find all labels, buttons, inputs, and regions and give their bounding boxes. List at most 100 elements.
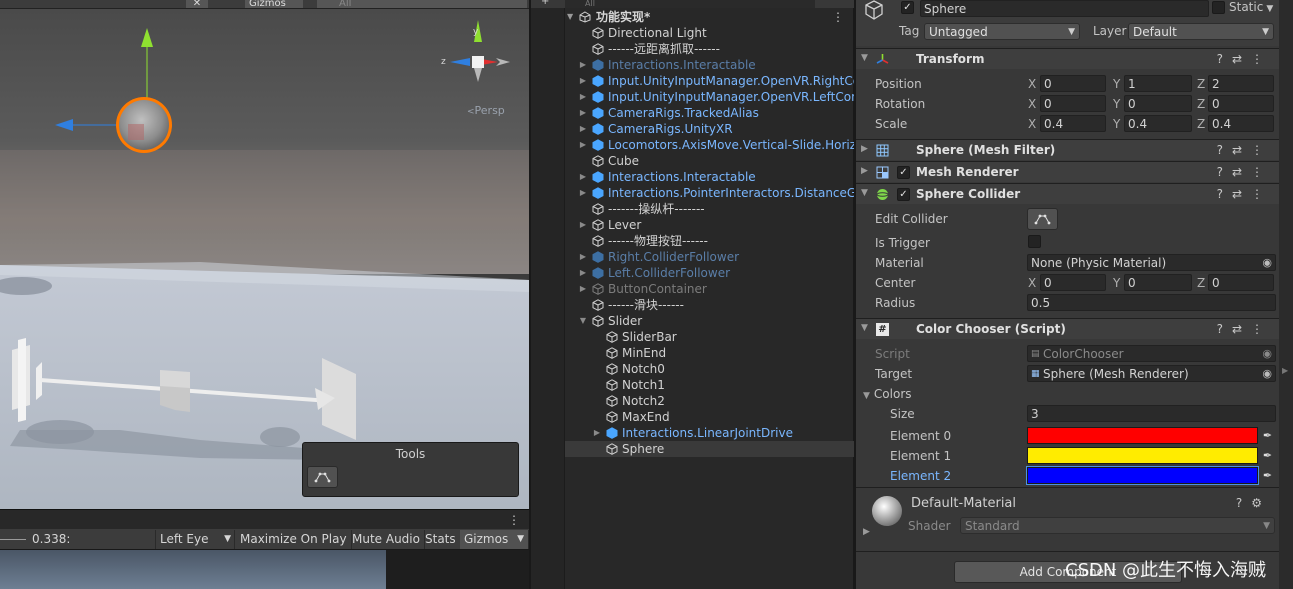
- colors-foldout[interactable]: ▼ Colors: [863, 387, 912, 401]
- sphere-collider-component-header[interactable]: ▼ ✓ Sphere Collider ?⇄⋮: [856, 183, 1280, 204]
- help-icon[interactable]: ?: [1217, 143, 1232, 157]
- x-axis-label[interactable]: X: [1028, 97, 1036, 111]
- eye-dropdown[interactable]: Left Eye ▼: [155, 530, 235, 549]
- expand-arrow-icon[interactable]: ▶: [578, 73, 588, 89]
- presets-icon[interactable]: ⇄: [1232, 322, 1251, 336]
- y-axis-label[interactable]: Y: [1113, 276, 1120, 290]
- mesh-filter-expand-arrow-icon[interactable]: ▶: [861, 144, 868, 154]
- hierarchy-item[interactable]: -------操纵杆-------: [565, 201, 854, 217]
- physic-material-field[interactable]: None (Physic Material) ◉: [1027, 254, 1276, 271]
- rotation-y-field[interactable]: 0: [1124, 95, 1192, 112]
- presets-icon[interactable]: ⇄: [1232, 187, 1251, 201]
- hierarchy-item[interactable]: ▶ Left.ColliderFollower: [565, 265, 854, 281]
- hierarchy-item[interactable]: ▶ Interactions.Interactable: [565, 169, 854, 185]
- more-menu-icon[interactable]: ⋮: [1251, 165, 1272, 179]
- scene-view[interactable]: ✕ Gizmos All y z <Persp Tools: [0, 0, 529, 509]
- stats-toggle[interactable]: Stats: [421, 530, 461, 549]
- mesh-renderer-component-header[interactable]: ▶ ✓ Mesh Renderer ?⇄⋮: [856, 161, 1280, 182]
- expand-arrow-icon[interactable]: ▶: [578, 265, 588, 281]
- hierarchy-item[interactable]: ▶ Interactions.Interactable: [565, 57, 854, 73]
- presets-icon[interactable]: ⇄: [1232, 165, 1251, 179]
- eyedropper-icon[interactable]: ✒: [1260, 467, 1275, 484]
- expand-arrow-icon[interactable]: ▶: [578, 249, 588, 265]
- hierarchy-item[interactable]: ------物理按钮------: [565, 233, 854, 249]
- scroll-arrow-icon[interactable]: ▶: [1282, 366, 1288, 375]
- hierarchy-item[interactable]: MinEnd: [565, 345, 854, 361]
- game-gizmos-toggle[interactable]: Gizmos ▼: [460, 530, 529, 549]
- scene-gizmos-dropdown[interactable]: Gizmos: [245, 0, 303, 8]
- x-axis-label[interactable]: X: [1028, 77, 1036, 91]
- hierarchy-item[interactable]: ▶ Input.UnityInputManager.OpenVR.LeftCont…: [565, 89, 854, 105]
- maximize-on-play-toggle[interactable]: Maximize On Play: [236, 530, 352, 549]
- more-menu-icon[interactable]: ⋮: [1251, 322, 1272, 336]
- color-chooser-component-header[interactable]: ▼ # Color Chooser (Script) ?⇄⋮: [856, 318, 1280, 339]
- object-picker-icon[interactable]: ◉: [1262, 255, 1272, 270]
- more-menu-icon[interactable]: ⋮: [1251, 187, 1272, 201]
- hierarchy-item[interactable]: ▼ Slider: [565, 313, 854, 329]
- sphere-collider-actions[interactable]: ?⇄⋮: [1217, 187, 1272, 201]
- color-chooser-collapse-arrow-icon[interactable]: ▼: [861, 323, 868, 333]
- hierarchy-item[interactable]: Directional Light: [565, 25, 854, 41]
- hierarchy-item[interactable]: ▶ Right.ColliderFollower: [565, 249, 854, 265]
- expand-arrow-icon[interactable]: ▶: [578, 105, 588, 121]
- radius-field[interactable]: 0.5: [1027, 294, 1276, 311]
- scale-y-field[interactable]: 0.4: [1124, 115, 1192, 132]
- mesh-filter-component-header[interactable]: ▶ Sphere (Mesh Filter) ?⇄⋮: [856, 139, 1280, 160]
- hierarchy-item[interactable]: ▶ CameraRigs.UnityXR: [565, 121, 854, 137]
- static-checkbox[interactable]: [1212, 1, 1225, 14]
- colors-size-field[interactable]: 3: [1027, 405, 1276, 422]
- mesh-filter-actions[interactable]: ?⇄⋮: [1217, 143, 1272, 157]
- scale-slider[interactable]: [0, 539, 26, 540]
- hierarchy-search-input[interactable]: All: [565, 0, 815, 8]
- game-render-view[interactable]: [0, 550, 386, 589]
- is-trigger-checkbox[interactable]: [1028, 235, 1041, 248]
- position-y-field[interactable]: 1: [1124, 75, 1192, 92]
- center-y-field[interactable]: 0: [1124, 274, 1192, 291]
- mesh-renderer-expand-arrow-icon[interactable]: ▶: [861, 166, 868, 176]
- more-menu-icon[interactable]: ⋮: [1251, 52, 1272, 66]
- static-dropdown[interactable]: Static ▼: [1229, 0, 1273, 14]
- x-axis-label[interactable]: X: [1028, 276, 1036, 290]
- scale-z-field[interactable]: 0.4: [1208, 115, 1274, 132]
- hierarchy-item[interactable]: Notch0: [565, 361, 854, 377]
- sphere-collider-enabled-checkbox[interactable]: ✓: [897, 188, 910, 201]
- rotation-z-field[interactable]: 0: [1208, 95, 1274, 112]
- hierarchy-item[interactable]: ▶ Input.UnityInputManager.OpenVR.RightCon…: [565, 73, 854, 89]
- more-menu-icon[interactable]: ⋮: [1251, 143, 1272, 157]
- mesh-renderer-enabled-checkbox[interactable]: ✓: [897, 166, 910, 179]
- hierarchy-item[interactable]: MaxEnd: [565, 409, 854, 425]
- color-field[interactable]: [1026, 466, 1259, 485]
- hierarchy-item[interactable]: ▶ Interactions.PointerInteractors.Distanc…: [565, 185, 854, 201]
- transform-collapse-arrow-icon[interactable]: ▼: [861, 53, 868, 63]
- gear-icon[interactable]: ⚙: [1251, 496, 1271, 510]
- object-picker-icon[interactable]: ◉: [1262, 366, 1272, 381]
- scene-canvas[interactable]: y z: [0, 9, 529, 509]
- tools-overlay-panel[interactable]: Tools: [302, 442, 519, 497]
- shader-dropdown[interactable]: Standard ▼: [960, 517, 1275, 534]
- center-z-field[interactable]: 0: [1208, 274, 1274, 291]
- hierarchy-item[interactable]: ▶ CameraRigs.TrackedAlias: [565, 105, 854, 121]
- hierarchy-item[interactable]: ▶ Lever: [565, 217, 854, 233]
- mute-audio-toggle[interactable]: Mute Audio: [348, 530, 425, 549]
- scene-tools-icon[interactable]: ✕: [186, 0, 208, 8]
- expand-arrow-icon[interactable]: ▶: [578, 169, 588, 185]
- expand-arrow-icon[interactable]: ▶: [578, 121, 588, 137]
- z-axis-label[interactable]: Z: [1197, 77, 1205, 91]
- color-field[interactable]: [1027, 427, 1258, 444]
- help-icon[interactable]: ?: [1217, 52, 1232, 66]
- inspector-scrollbar[interactable]: ▶: [1279, 0, 1293, 589]
- hierarchy-item[interactable]: Notch1: [565, 377, 854, 393]
- projection-label[interactable]: <Persp: [467, 104, 505, 117]
- expand-arrow-icon[interactable]: ▶: [578, 89, 588, 105]
- target-field[interactable]: ▦ Sphere (Mesh Renderer) ◉: [1027, 365, 1276, 382]
- scene-expand-arrow-icon[interactable]: ▼: [567, 9, 573, 25]
- expand-arrow-icon[interactable]: ▶: [578, 57, 588, 73]
- scene-search-input[interactable]: All: [317, 0, 527, 8]
- y-axis-label[interactable]: Y: [1113, 77, 1120, 91]
- z-axis-label[interactable]: Z: [1197, 276, 1205, 290]
- scene-root-row[interactable]: ▼ 功能实现* ⋮: [565, 9, 854, 25]
- edit-collider-button[interactable]: [1027, 208, 1058, 230]
- edit-collider-tool-button[interactable]: [307, 466, 338, 488]
- rotation-x-field[interactable]: 0: [1040, 95, 1106, 112]
- expand-arrow-icon[interactable]: ▶: [592, 425, 602, 441]
